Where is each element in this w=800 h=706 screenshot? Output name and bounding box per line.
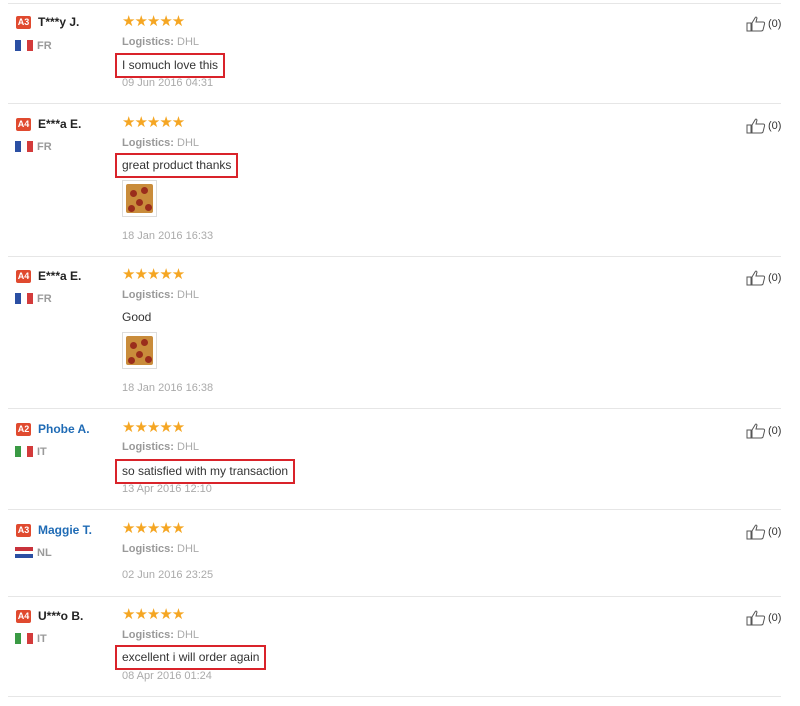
divider [8, 103, 781, 104]
star-rating: ★★★★★ [122, 266, 185, 283]
france-flag-icon [15, 40, 33, 51]
review-photo-thumbnail[interactable] [122, 180, 157, 217]
reviewer-name[interactable]: Maggie T. [38, 523, 92, 537]
thumbs-up-icon [746, 16, 766, 32]
thumbs-up-icon [746, 423, 766, 439]
thumbs-up-icon [746, 118, 766, 134]
review-date: 08 Apr 2016 01:24 [122, 670, 212, 682]
buyer-level-badge: A2 [16, 423, 31, 436]
italy-flag-icon [15, 446, 33, 457]
buyer-level-badge: A3 [16, 16, 31, 29]
helpful-button[interactable]: (0) [746, 610, 790, 626]
review-comment: excellent i will order again [115, 645, 267, 670]
star-rating: ★★★★★ [122, 520, 185, 537]
france-flag-icon [15, 141, 33, 152]
helpful-button[interactable]: (0) [746, 270, 790, 286]
review-comment: I somuch love this [115, 53, 226, 78]
star-rating: ★★★★★ [122, 13, 185, 30]
buyer-level-badge: A4 [16, 118, 31, 131]
country-code: FR [37, 293, 52, 305]
helpful-button[interactable]: (0) [746, 16, 790, 32]
logistics-info: Logistics: DHL [122, 36, 200, 48]
review-date: 18 Jan 2016 16:38 [122, 382, 214, 394]
divider [8, 408, 781, 409]
reviewer-name: E***a E. [38, 269, 82, 283]
thumbs-up-icon [746, 610, 766, 626]
logistics-info: Logistics: DHL [122, 441, 200, 453]
star-rating: ★★★★★ [122, 114, 185, 131]
buyer-level-badge: A4 [16, 610, 31, 623]
review-date: 13 Apr 2016 12:10 [122, 483, 212, 495]
divider [8, 509, 781, 510]
helpful-button[interactable]: (0) [746, 118, 790, 134]
review-date: 18 Jan 2016 16:33 [122, 230, 214, 242]
review-comment: so satisfied with my transaction [115, 459, 296, 484]
italy-flag-icon [15, 633, 33, 644]
helpful-button[interactable]: (0) [746, 423, 790, 439]
logistics-info: Logistics: DHL [122, 137, 200, 149]
divider [8, 256, 781, 257]
logistics-info: Logistics: DHL [122, 543, 200, 555]
reviewer-name: E***a E. [38, 117, 82, 131]
thumbs-up-icon [746, 524, 766, 540]
star-rating: ★★★★★ [122, 606, 185, 623]
divider [8, 3, 781, 4]
like-count: (0) [768, 18, 782, 30]
star-rating: ★★★★★ [122, 419, 185, 436]
netherlands-flag-icon [15, 547, 33, 558]
country-code: IT [37, 633, 47, 645]
reviewer-name: T***y J. [38, 15, 80, 29]
like-count: (0) [768, 120, 782, 132]
like-count: (0) [768, 612, 782, 624]
logistics-info: Logistics: DHL [122, 289, 200, 301]
buyer-level-badge: A3 [16, 524, 31, 537]
like-count: (0) [768, 526, 782, 538]
divider [8, 696, 781, 697]
like-count: (0) [768, 425, 782, 437]
reviewer-name[interactable]: Phobe A. [38, 422, 90, 436]
country-code: IT [37, 446, 47, 458]
review-photo-thumbnail[interactable] [122, 332, 157, 369]
review-date: 02 Jun 2016 23:25 [122, 569, 214, 581]
review-comment: Good [122, 310, 152, 324]
france-flag-icon [15, 293, 33, 304]
logistics-info: Logistics: DHL [122, 629, 200, 641]
like-count: (0) [768, 272, 782, 284]
thumbs-up-icon [746, 270, 766, 286]
reviewer-name: U***o B. [38, 609, 84, 623]
country-code: NL [37, 547, 52, 559]
buyer-level-badge: A4 [16, 270, 31, 283]
divider [8, 596, 781, 597]
helpful-button[interactable]: (0) [746, 524, 790, 540]
country-code: FR [37, 40, 52, 52]
country-code: FR [37, 141, 52, 153]
review-comment: great product thanks [115, 153, 239, 178]
review-date: 09 Jun 2016 04:31 [122, 77, 214, 89]
